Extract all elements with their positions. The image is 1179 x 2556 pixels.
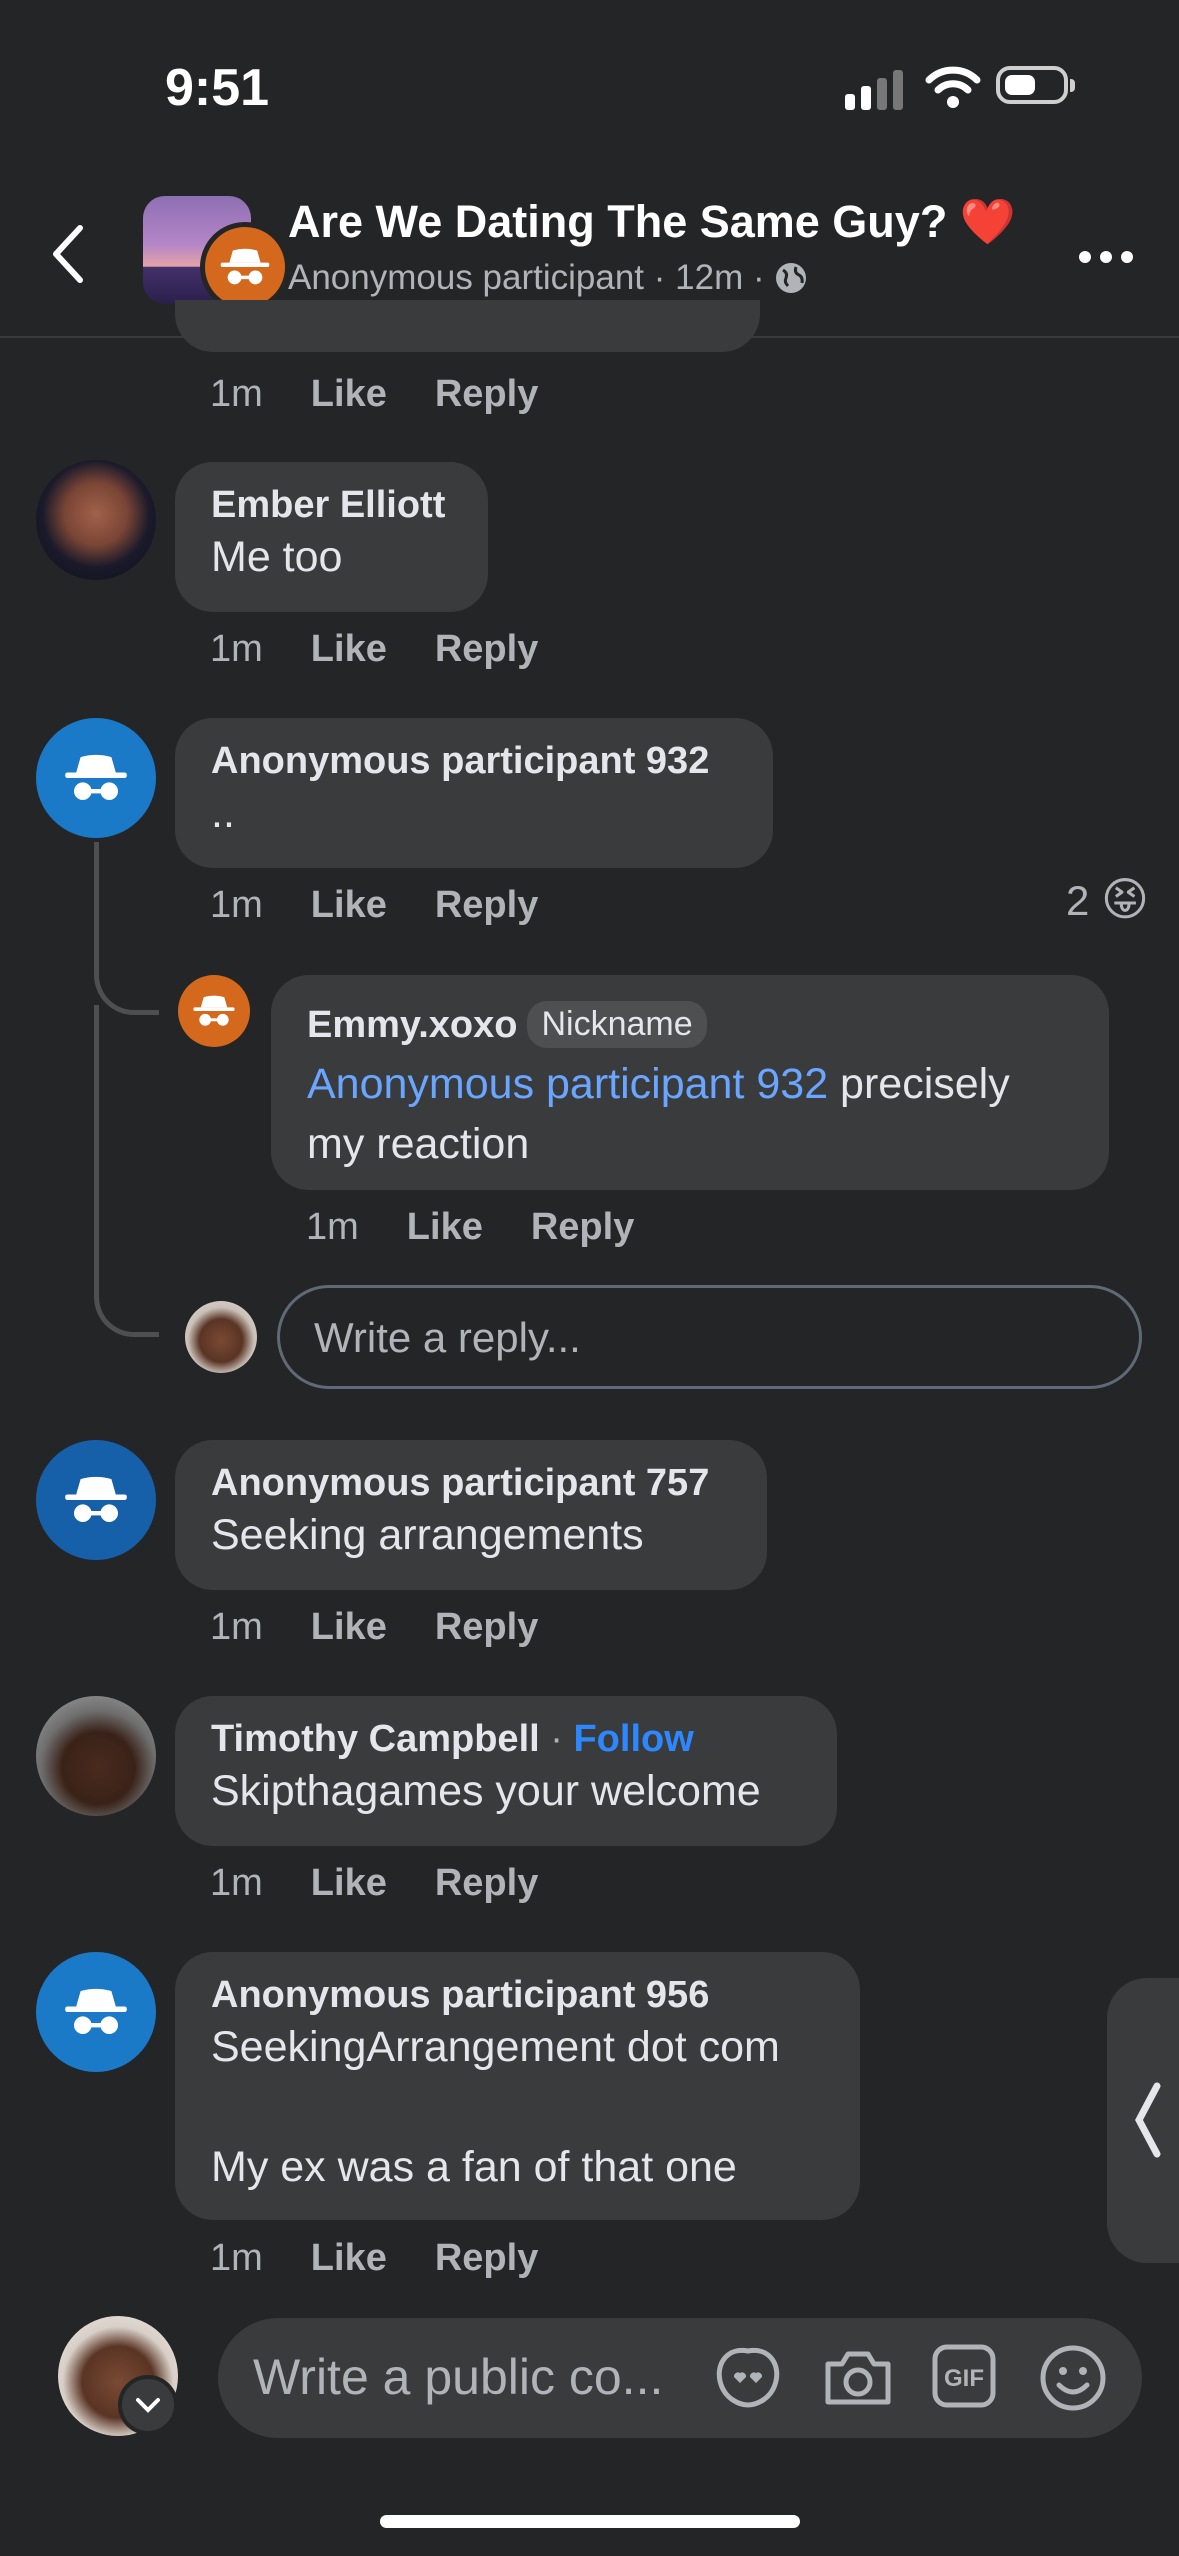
home-indicator xyxy=(380,2515,800,2528)
reply-button[interactable]: Reply xyxy=(531,1206,634,1248)
camera-icon[interactable] xyxy=(822,2346,894,2408)
mention-link[interactable]: Anonymous participant 932 xyxy=(307,1060,828,1108)
reply-bubble: Emmy.xoxo Nickname Anonymous participant … xyxy=(271,975,1109,1190)
reply-input[interactable]: Write a reply... xyxy=(277,1285,1142,1389)
cellular-signal-icon xyxy=(845,70,903,110)
comment-author[interactable]: Timothy Campbell xyxy=(211,1718,540,1760)
comment-text: Seeking arrangements xyxy=(211,1511,644,1559)
anonymous-avatar[interactable] xyxy=(36,1952,156,2072)
like-button[interactable]: Like xyxy=(311,2237,387,2279)
comment-text: Skipthagames your welcome xyxy=(211,1767,761,1815)
reply-text: Anonymous participant 932 precisely xyxy=(307,1054,1073,1114)
reply-button[interactable]: Reply xyxy=(435,2237,538,2279)
incognito-icon xyxy=(65,1476,127,1522)
comment-bubble: Anonymous participant 757 Seeking arrang… xyxy=(175,1440,767,1590)
comment-time: 1m xyxy=(210,373,263,415)
meta-separator: · xyxy=(753,258,765,297)
avatar[interactable] xyxy=(36,460,156,580)
like-button[interactable]: Like xyxy=(311,1606,387,1648)
comment-time: 1m xyxy=(210,884,263,926)
incognito-icon xyxy=(220,248,270,285)
reaction-summary[interactable]: 2 😝 xyxy=(1066,872,1149,926)
post-author[interactable]: Anonymous participant xyxy=(288,258,644,297)
group-title[interactable]: Are We Dating The Same Guy? ❤️ xyxy=(288,195,1016,248)
comment-bubble: Timothy Campbell · Follow Skipthagames y… xyxy=(175,1696,837,1846)
status-time: 9:51 xyxy=(165,59,270,117)
comment-text: Me too xyxy=(211,533,343,581)
emoji-icon[interactable] xyxy=(1038,2343,1108,2413)
globe-icon xyxy=(776,263,807,293)
comment-actions: 1m Like Reply xyxy=(210,884,538,927)
comment-bubble: Anonymous participant 932 .. xyxy=(175,718,773,868)
comment-bubble: Anonymous participant 956 SeekingArrange… xyxy=(175,1952,860,2220)
gif-icon[interactable]: GIF xyxy=(931,2343,997,2409)
thread-line xyxy=(94,1005,99,1265)
anonymous-avatar[interactable] xyxy=(178,975,250,1047)
like-button[interactable]: Like xyxy=(311,628,387,670)
comment-author[interactable]: Anonymous participant 956 xyxy=(211,1974,824,2017)
comment-author-line: Timothy Campbell · Follow xyxy=(211,1718,694,1760)
reply-text-line2: my reaction xyxy=(307,1120,530,1168)
comment-input[interactable]: Write a public co... xyxy=(253,2348,663,2406)
thread-curve xyxy=(94,940,159,1015)
like-button[interactable]: Like xyxy=(311,884,387,926)
comment-actions: 1m Like Reply xyxy=(210,628,538,671)
comment-actions: 1m Like Reply xyxy=(210,373,538,416)
comment-time: 1m xyxy=(210,1862,263,1904)
battery-icon xyxy=(996,66,1075,104)
reply-time: 1m xyxy=(306,1206,359,1248)
like-button[interactable]: Like xyxy=(311,1862,387,1904)
chevron-left-icon xyxy=(1135,2082,1161,2158)
reply-button[interactable]: Reply xyxy=(435,628,538,670)
like-button[interactable]: Like xyxy=(407,1206,483,1248)
back-chevron-icon[interactable] xyxy=(48,222,88,286)
comment-text-line2: My ex was a fan of that one xyxy=(211,2143,737,2191)
reply-button[interactable]: Reply xyxy=(435,884,538,926)
reply-button[interactable]: Reply xyxy=(435,1606,538,1648)
thread-curve xyxy=(94,1260,159,1337)
comment-bubble: Ember Elliott Me too xyxy=(175,462,488,612)
comment-text-line1: SeekingArrangement dot com xyxy=(211,2023,780,2071)
avatar[interactable] xyxy=(36,1696,156,1816)
nickname-badge: Nickname xyxy=(527,1001,707,1048)
anonymous-avatar-badge xyxy=(200,222,290,312)
post-time: 12m xyxy=(675,258,744,297)
comment-author[interactable]: Anonymous participant 757 xyxy=(211,1462,731,1505)
comment-author[interactable]: Anonymous participant 932 xyxy=(211,740,737,783)
haha-reaction-icon: 😝 xyxy=(1101,873,1149,925)
reaction-count: 2 xyxy=(1066,877,1090,924)
reply-button[interactable]: Reply xyxy=(435,1862,538,1904)
wifi-icon xyxy=(925,66,981,108)
comment-actions: 1m Like Reply xyxy=(210,2237,538,2280)
reply-button[interactable]: Reply xyxy=(435,373,538,415)
incognito-icon xyxy=(65,754,127,800)
comment-text: .. xyxy=(211,789,235,837)
reply-text-line1: precisely xyxy=(828,1060,1010,1108)
comment-time: 1m xyxy=(210,628,263,670)
anonymous-avatar[interactable] xyxy=(36,1440,156,1560)
reply-author: Emmy.xoxo Nickname xyxy=(307,1001,1073,1048)
profile-switch-chevron-icon[interactable] xyxy=(118,2375,178,2435)
comment-bubble-partial xyxy=(175,300,760,352)
comment-actions: 1m Like Reply xyxy=(210,1862,538,1905)
avatar-sticker-icon[interactable] xyxy=(712,2343,784,2411)
like-button[interactable]: Like xyxy=(311,373,387,415)
comment-actions: 1m Like Reply xyxy=(210,1606,538,1649)
svg-text:GIF: GIF xyxy=(944,2365,984,2392)
comment-time: 1m xyxy=(210,1606,263,1648)
follow-button[interactable]: Follow xyxy=(573,1718,693,1760)
side-panel-tab[interactable] xyxy=(1107,1978,1179,2263)
reply-author-name[interactable]: Emmy.xoxo xyxy=(307,1004,517,1046)
anonymous-avatar[interactable] xyxy=(36,718,156,838)
comment-time: 1m xyxy=(210,2237,263,2279)
more-options-icon[interactable] xyxy=(1078,250,1134,264)
reply-actions: 1m Like Reply xyxy=(306,1206,634,1249)
post-meta: Anonymous participant · 12m · xyxy=(288,258,808,298)
incognito-icon xyxy=(65,1988,127,2034)
meta-separator: · xyxy=(653,258,666,297)
incognito-icon xyxy=(193,995,235,1026)
current-user-avatar xyxy=(185,1301,257,1373)
comment-author[interactable]: Ember Elliott xyxy=(211,484,452,527)
